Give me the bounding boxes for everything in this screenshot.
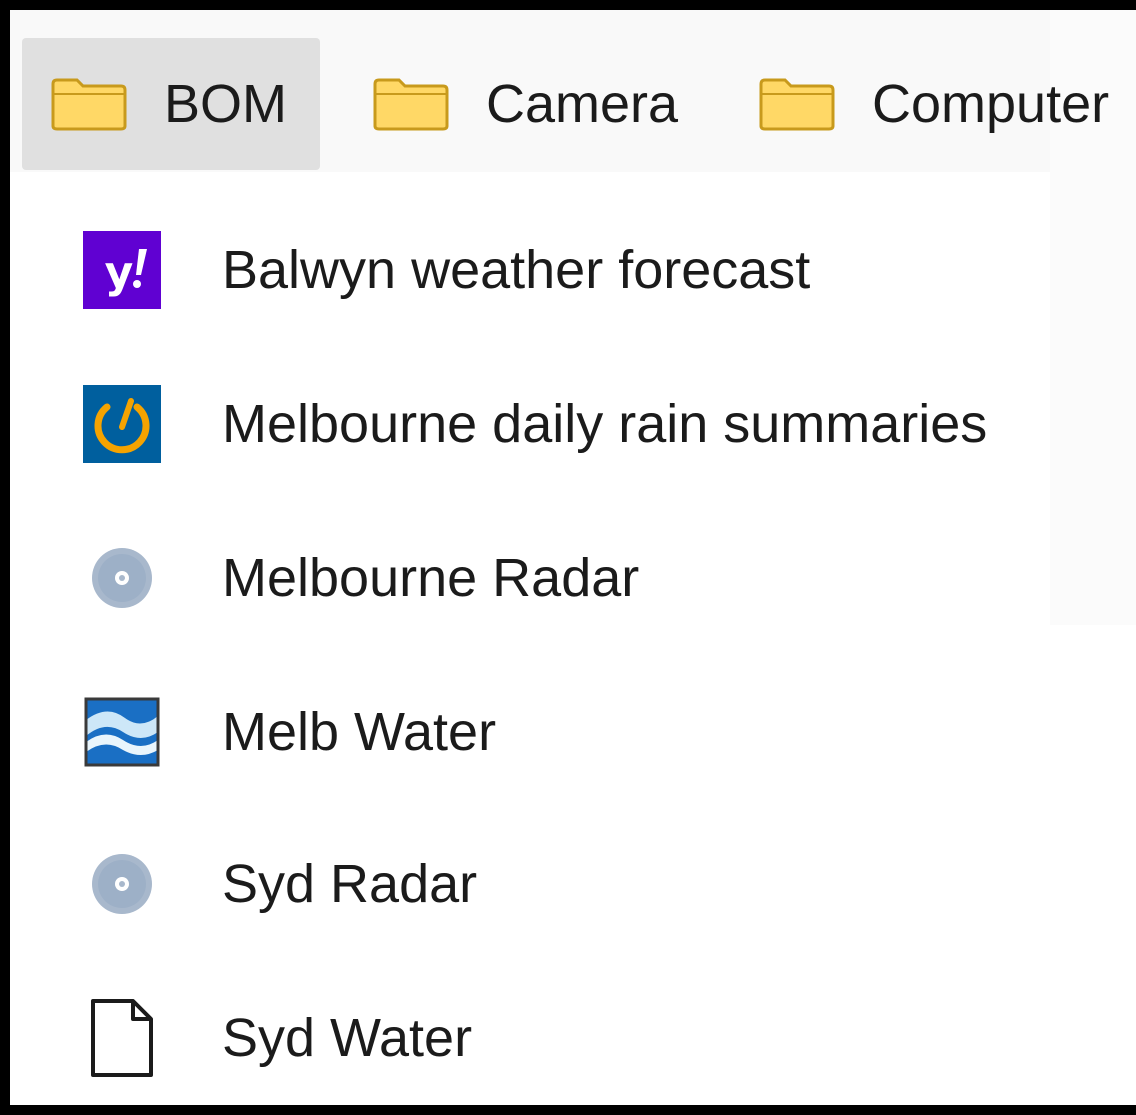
folder-icon — [51, 78, 127, 131]
bookmark-folder-bom[interactable]: BOM — [22, 38, 320, 170]
menu-item-label: Syd Radar — [222, 854, 478, 914]
menu-item-melbourne-daily-rain-summaries[interactable]: Melbourne daily rain summaries — [10, 358, 1136, 490]
bookmarks-window: BOM Camera Computer y Balwyn weather for… — [10, 10, 1136, 1105]
water-icon — [82, 692, 162, 772]
folder-label: BOM — [164, 74, 288, 134]
svg-text:y: y — [105, 247, 134, 298]
menu-item-label: Balwyn weather forecast — [222, 240, 811, 300]
blank-page-icon — [82, 998, 162, 1078]
menu-item-melb-water[interactable]: Melb Water — [10, 666, 1136, 798]
gauge-icon — [82, 384, 162, 464]
folder-icon — [759, 78, 835, 131]
menu-item-label: Syd Water — [222, 1008, 473, 1068]
radar-icon — [82, 844, 162, 924]
menu-item-label: Melbourne Radar — [222, 548, 640, 608]
menu-item-label: Melb Water — [222, 702, 497, 762]
yahoo-icon: y — [82, 230, 162, 310]
radar-icon — [82, 538, 162, 618]
menu-item-syd-water[interactable]: Syd Water — [10, 972, 1136, 1104]
window-frame: BOM Camera Computer y Balwyn weather for… — [0, 0, 1136, 1115]
menu-item-syd-radar[interactable]: Syd Radar — [10, 818, 1136, 950]
folder-label: Camera — [486, 74, 679, 134]
folder-icon — [373, 78, 449, 131]
menu-item-label: Melbourne daily rain summaries — [222, 394, 988, 454]
menu-item-melbourne-radar[interactable]: Melbourne Radar — [10, 512, 1136, 644]
folder-label: Computer — [872, 74, 1110, 134]
menu-item-balwyn-weather-forecast[interactable]: y Balwyn weather forecast — [10, 204, 1136, 336]
bookmark-folder-computer[interactable]: Computer — [748, 38, 1136, 170]
bookmark-folder-camera[interactable]: Camera — [362, 38, 692, 170]
